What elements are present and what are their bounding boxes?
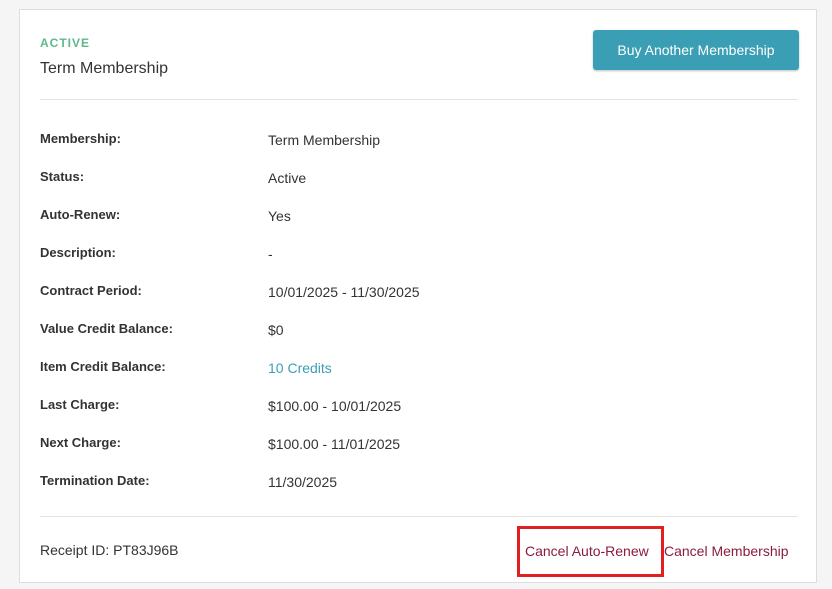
detail-key: Value Credit Balance: [40,321,173,336]
detail-key: Auto-Renew: [40,207,121,222]
detail-value: Term Membership [268,132,381,148]
detail-value: Active [268,170,307,186]
detail-value: Yes [268,208,291,224]
membership-title: Term Membership [40,60,169,77]
cancel-auto-renew-link[interactable]: Cancel Auto-Renew [525,543,649,559]
detail-row-last-charge: Last Charge: $100.00 - 10/01/2025 [40,386,780,424]
detail-key: Next Charge: [40,435,121,450]
detail-value: 10/01/2025 - 11/30/2025 [268,284,420,300]
membership-card: ACTIVE Term Membership Buy Another Membe… [19,9,817,583]
receipt-id: Receipt ID: PT83J96B [40,542,179,558]
detail-key: Last Charge: [40,397,120,412]
detail-value: $100.00 - 11/01/2025 [268,436,401,452]
status-label: ACTIVE [40,36,91,50]
cancel-membership-link[interactable]: Cancel Membership [664,543,789,559]
buy-another-membership-button[interactable]: Buy Another Membership [593,30,799,70]
detail-key: Contract Period: [40,283,142,298]
header-divider [40,99,798,100]
footer-divider [40,516,798,517]
detail-key: Status: [40,169,85,184]
detail-value: $0 [268,322,284,338]
detail-row-contract-period: Contract Period: 10/01/2025 - 11/30/2025 [40,272,780,310]
detail-row-auto-renew: Auto-Renew: Yes [40,196,780,234]
membership-details: Membership: Term Membership Status: Acti… [40,120,780,500]
detail-row-termination-date: Termination Date: 11/30/2025 [40,462,780,500]
detail-key: Termination Date: [40,473,150,488]
item-credits-link[interactable]: 10 Credits [268,360,332,376]
detail-key: Item Credit Balance: [40,359,166,374]
detail-row-membership: Membership: Term Membership [40,120,780,158]
detail-value: $100.00 - 10/01/2025 [268,398,402,414]
detail-key: Description: [40,245,116,260]
detail-row-item-credit-balance: Item Credit Balance: 10 Credits [40,348,780,386]
detail-value: 11/30/2025 [268,474,338,490]
detail-row-value-credit-balance: Value Credit Balance: $0 [40,310,780,348]
detail-row-description: Description: - [40,234,780,272]
detail-value: - [268,246,273,262]
detail-row-status: Status: Active [40,158,780,196]
detail-key: Membership: [40,131,121,146]
detail-row-next-charge: Next Charge: $100.00 - 11/01/2025 [40,424,780,462]
